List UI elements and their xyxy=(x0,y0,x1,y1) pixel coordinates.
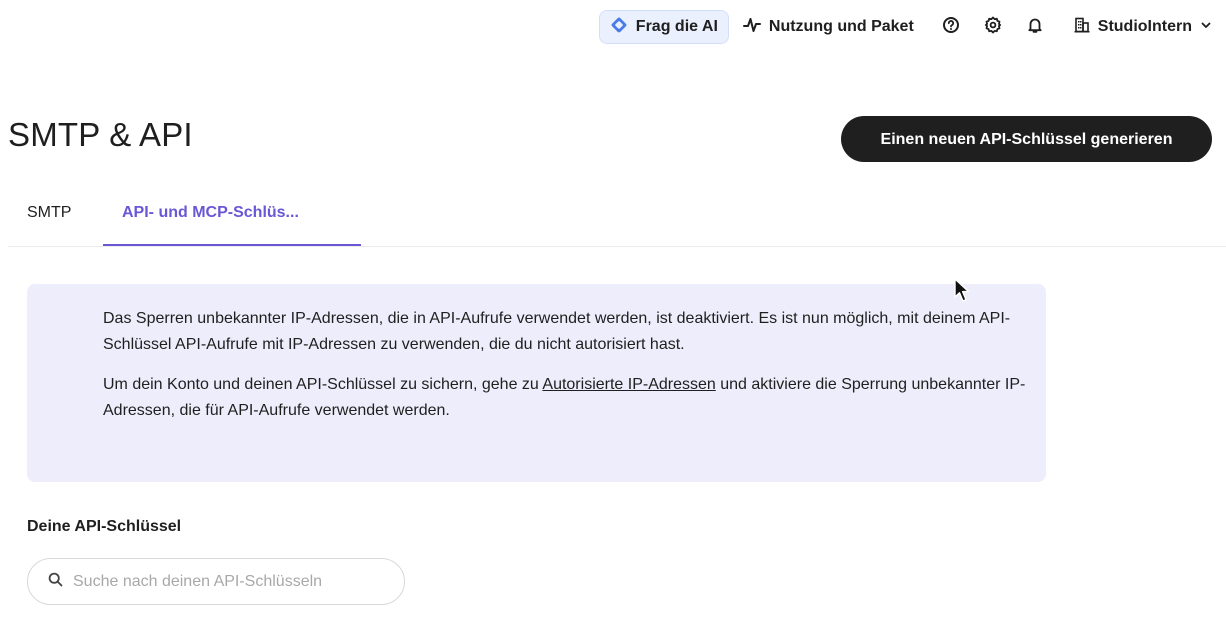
tab-api-mcp-keys[interactable]: API- und MCP-Schlüs... xyxy=(103,196,361,246)
account-name: StudioIntern xyxy=(1097,18,1192,35)
mouse-pointer-icon xyxy=(954,278,974,309)
ip-blocking-info-banner: Das Sperren unbekannter IP-Adressen, die… xyxy=(27,284,1046,482)
page-title: SMTP & API xyxy=(8,116,193,153)
authorized-ips-link[interactable]: Autorisierte IP-Adressen xyxy=(542,376,715,393)
tab-smtp[interactable]: SMTP xyxy=(27,196,71,246)
ask-ai-label: Frag die AI xyxy=(635,18,718,35)
ask-ai-button[interactable]: Frag die AI xyxy=(598,10,729,44)
search-icon xyxy=(48,572,63,592)
info-paragraph-2: Um dein Konto und deinen API-Schlüssel z… xyxy=(103,372,1026,424)
usage-and-plan-label: Nutzung und Paket xyxy=(768,18,914,35)
bell-icon xyxy=(1026,16,1044,39)
ai-diamond-icon xyxy=(610,16,628,39)
api-keys-section-title: Deine API-Schlüssel xyxy=(27,518,182,535)
api-key-search[interactable] xyxy=(27,558,405,605)
building-icon xyxy=(1074,17,1090,38)
help-button[interactable] xyxy=(938,14,964,40)
account-menu[interactable]: StudioIntern xyxy=(1074,17,1212,38)
activity-icon xyxy=(742,16,761,39)
chevron-down-icon xyxy=(1200,18,1212,36)
top-bar: Frag die AI Nutzung und Paket StudioInte… xyxy=(598,8,1212,46)
info-text-before-link: Um dein Konto und deinen API-Schlüssel z… xyxy=(103,376,543,393)
tab-bar: SMTP API- und MCP-Schlüs... xyxy=(8,196,1226,247)
notifications-button[interactable] xyxy=(1022,14,1048,40)
usage-and-plan-link[interactable]: Nutzung und Paket xyxy=(742,16,914,39)
settings-icon xyxy=(984,16,1002,39)
settings-button[interactable] xyxy=(980,14,1006,40)
info-paragraph-1: Das Sperren unbekannter IP-Adressen, die… xyxy=(103,310,1011,353)
search-input[interactable] xyxy=(71,571,395,592)
help-icon xyxy=(942,16,960,39)
generate-api-key-button[interactable]: Einen neuen API-Schlüssel generieren xyxy=(841,116,1212,162)
